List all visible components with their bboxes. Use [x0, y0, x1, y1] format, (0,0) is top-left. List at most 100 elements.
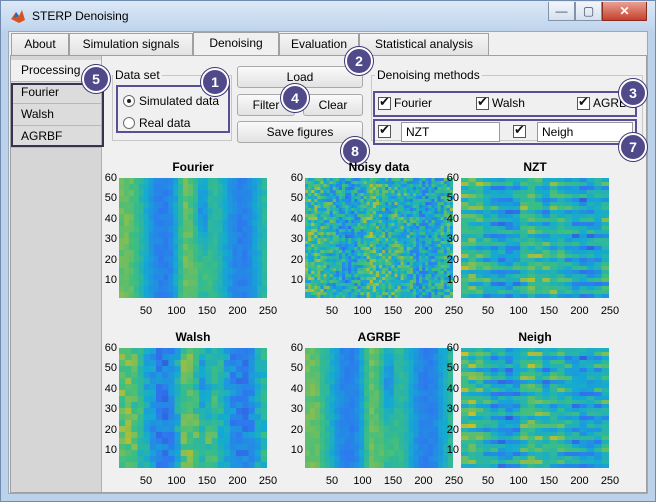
simulated-data-radio[interactable] — [123, 95, 135, 107]
x-tick-label: 50 — [481, 305, 495, 317]
close-button[interactable]: ✕ — [602, 2, 647, 21]
plot-title: Neigh — [518, 330, 552, 344]
y-tick-label: 40 — [104, 212, 117, 225]
heatmap-2 — [461, 178, 609, 298]
y-tick-label: 50 — [290, 362, 303, 375]
x-tick-label: 250 — [600, 305, 620, 317]
y-tick-label: 20 — [290, 423, 303, 436]
y-tick-label: 60 — [290, 342, 303, 354]
x-tick-label: 50 — [325, 305, 339, 317]
y-tick-label: 40 — [290, 382, 303, 395]
dataset-group-title: Data set — [113, 68, 162, 82]
x-tick-label: 150 — [197, 305, 217, 317]
walsh-checkbox-label: Walsh — [492, 96, 525, 110]
x-tick-label: 200 — [414, 475, 433, 487]
y-tick-label: 20 — [446, 423, 459, 436]
neigh-checkbox[interactable]: ✔ — [513, 122, 526, 138]
x-tick-label: 50 — [139, 305, 153, 317]
x-tick-label: 200 — [570, 305, 589, 317]
matlab-icon — [11, 10, 25, 23]
x-tick-label: 200 — [228, 305, 247, 317]
y-tick-label: 10 — [104, 444, 117, 456]
title-bar: STERP Denoising — ▢ ✕ — [1, 1, 655, 31]
y-tick-label: 20 — [446, 253, 459, 266]
y-tick-label: 60 — [104, 172, 117, 184]
app-window: STERP Denoising — ▢ ✕ About Simulation s… — [0, 0, 656, 502]
methods-group-title: Denoising methods — [375, 68, 482, 82]
callout-2: 2 — [345, 47, 373, 75]
callout-7: 7 — [619, 133, 647, 161]
plot-title: Walsh — [175, 330, 211, 344]
x-tick-label: 250 — [258, 475, 278, 487]
y-tick-label: 20 — [104, 423, 117, 436]
y-tick-label: 30 — [290, 233, 303, 246]
real-data-radio[interactable] — [123, 117, 135, 129]
window-title: STERP Denoising — [32, 9, 129, 23]
y-tick-label: 50 — [104, 192, 117, 205]
x-tick-label: 100 — [353, 475, 372, 487]
x-tick-label: 150 — [539, 475, 559, 487]
x-tick-label: 100 — [353, 305, 372, 317]
y-tick-label: 60 — [104, 342, 117, 354]
y-tick-label: 10 — [290, 274, 303, 286]
save-figures-button[interactable]: Save figures — [237, 121, 363, 143]
maximize-button[interactable]: ▢ — [575, 2, 602, 21]
clear-button[interactable]: Clear — [303, 94, 363, 116]
y-tick-label: 20 — [104, 253, 117, 266]
x-tick-label: 200 — [414, 305, 433, 317]
y-tick-label: 10 — [290, 444, 303, 456]
y-tick-label: 20 — [290, 253, 303, 266]
x-tick-label: 100 — [167, 475, 186, 487]
y-tick-label: 30 — [104, 403, 117, 416]
x-tick-label: 100 — [509, 475, 528, 487]
x-tick-label: 250 — [600, 475, 620, 487]
nzt-field[interactable]: NZT — [401, 122, 500, 142]
callout-3: 3 — [619, 79, 647, 107]
tab-denoising[interactable]: Denoising — [193, 32, 279, 56]
heatmap-3 — [119, 348, 267, 468]
fourier-checkbox[interactable]: ✔ — [378, 94, 391, 110]
y-tick-label: 50 — [290, 192, 303, 205]
plot-title: Noisy data — [348, 160, 410, 174]
heatmap-1 — [305, 178, 453, 298]
y-tick-label: 60 — [446, 172, 459, 184]
y-tick-label: 60 — [446, 342, 459, 354]
x-tick-label: 150 — [383, 475, 403, 487]
callout-1: 1 — [201, 68, 229, 96]
plot-title: NZT — [523, 160, 547, 174]
sidebar-highlight — [11, 83, 104, 147]
tab-simulation-signals[interactable]: Simulation signals — [69, 33, 193, 55]
x-tick-label: 150 — [539, 305, 559, 317]
heatmap-0 — [119, 178, 267, 298]
heatmap-5 — [461, 348, 609, 468]
tab-about[interactable]: About — [11, 33, 69, 55]
plot-title: AGRBF — [357, 330, 401, 344]
walsh-checkbox[interactable]: ✔ — [476, 94, 489, 110]
nzt-checkbox[interactable]: ✔ — [378, 122, 391, 138]
y-tick-label: 40 — [446, 212, 459, 225]
callout-4: 4 — [281, 84, 309, 112]
agrbf-checkbox[interactable]: ✔ — [577, 94, 590, 110]
y-tick-label: 50 — [446, 192, 459, 205]
fourier-checkbox-label: Fourier — [394, 96, 433, 110]
neigh-field[interactable]: Neigh — [537, 122, 633, 142]
plot-title: Fourier — [172, 160, 214, 174]
tab-statistical-analysis[interactable]: Statistical analysis — [359, 33, 489, 55]
denoising-panel: Processing Fourier Walsh AGRBF Data set … — [10, 47, 647, 493]
x-tick-label: 50 — [139, 475, 153, 487]
x-tick-label: 200 — [570, 475, 589, 487]
y-tick-label: 30 — [104, 233, 117, 246]
heatmap-4 — [305, 348, 453, 468]
minimize-button[interactable]: — — [548, 2, 575, 21]
x-tick-label: 100 — [167, 305, 186, 317]
x-tick-label: 250 — [444, 475, 464, 487]
x-tick-label: 200 — [228, 475, 247, 487]
y-tick-label: 50 — [104, 362, 117, 375]
y-tick-label: 10 — [104, 274, 117, 286]
x-tick-label: 150 — [197, 475, 217, 487]
y-tick-label: 40 — [446, 382, 459, 395]
client-area: About Simulation signals Denoising Evalu… — [8, 31, 648, 494]
x-tick-label: 250 — [258, 305, 278, 317]
y-tick-label: 30 — [290, 403, 303, 416]
x-tick-label: 100 — [509, 305, 528, 317]
